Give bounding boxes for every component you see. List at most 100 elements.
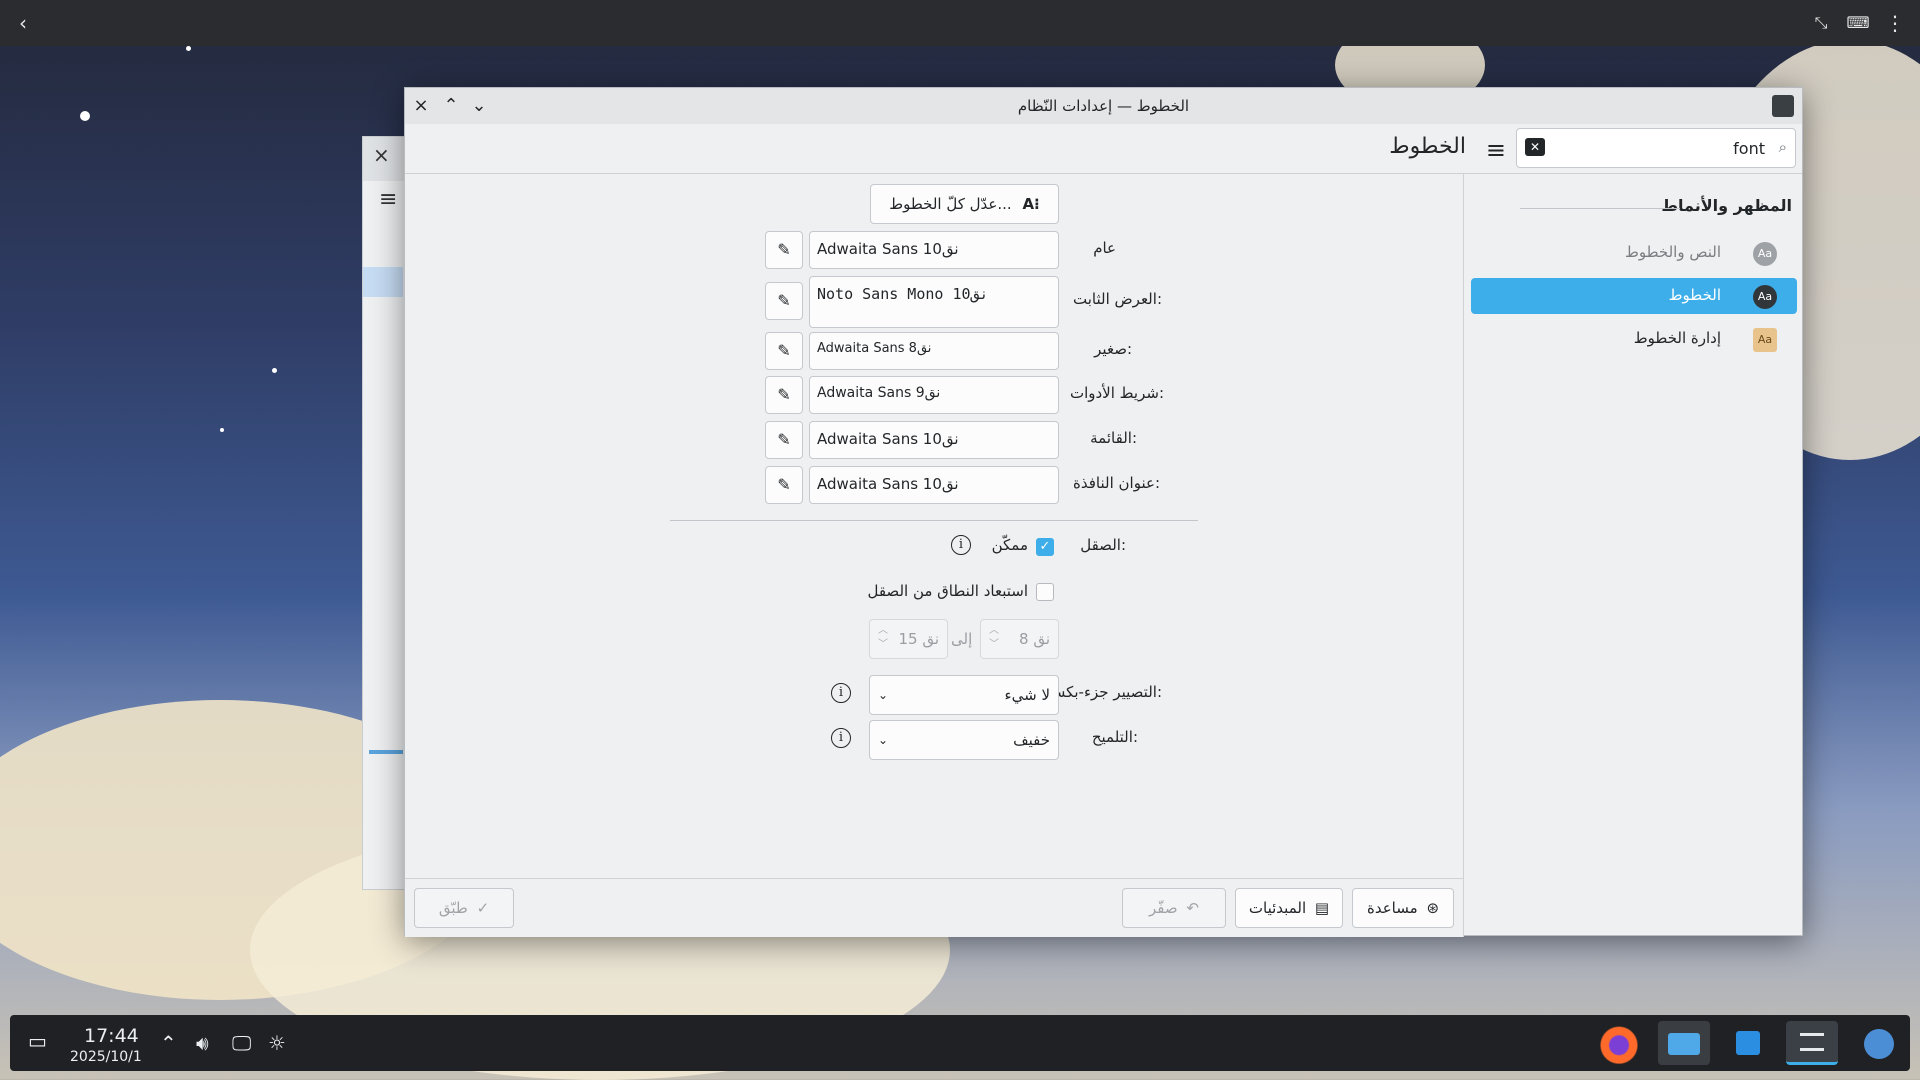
discover-store-icon[interactable] — [1722, 1021, 1774, 1065]
sidebar-item-text-and-fonts[interactable]: النص والخطوط Aa — [1471, 235, 1797, 271]
file-manager-icon[interactable] — [1658, 1021, 1710, 1065]
toolbar: الخطوط ≡ ✕ font ⌕ — [405, 124, 1802, 174]
defaults-button[interactable]: المبدئيات ▤ — [1235, 888, 1343, 928]
tab-indicator — [369, 750, 403, 754]
menu-font-field: Adwaita Sans 10نق — [809, 421, 1059, 459]
chevron-down-icon: ⌄ — [878, 688, 889, 702]
bag-shape — [1736, 1031, 1760, 1055]
sidebar-item-label: النص والخطوط — [1625, 243, 1721, 261]
antialiasing-label: الصقل: — [1080, 536, 1126, 554]
hinting-dropdown[interactable]: ⌄ خفيف — [869, 720, 1059, 760]
document-icon: ▤ — [1314, 899, 1330, 917]
range-from-spinbox: ︿ ﹀ 8 نق — [980, 619, 1059, 659]
page-title: الخطوط — [1389, 134, 1466, 159]
sidebar-item-label: الخطوط — [1668, 286, 1721, 304]
font-adjust-icon: A⁝ — [1022, 195, 1040, 213]
range-to-label: إلى — [951, 630, 973, 648]
text-fonts-icon: Aa — [1753, 242, 1777, 266]
volume-icon[interactable]: 🔊︎ — [196, 1031, 209, 1055]
toolbar-font-field: Adwaita Sans 9نق — [809, 376, 1059, 414]
folder-shape — [1668, 1033, 1700, 1055]
subpixel-rendering-dropdown[interactable]: ⌄ لا شيء — [869, 675, 1059, 715]
system-settings-icon[interactable] — [1786, 1021, 1838, 1065]
fixed-width-font-label: العرض الثابت: — [1073, 290, 1162, 308]
info-icon[interactable]: i — [831, 683, 851, 703]
sidebar-item-font-management[interactable]: إدارة الخطوط Aa — [1471, 321, 1797, 357]
general-font-label: عام — [1093, 239, 1116, 257]
top-bar: ‹ ⤡ ⌨ ⋮ — [0, 0, 1920, 46]
expand-tray-icon[interactable]: ⌃ — [160, 1031, 177, 1055]
edit-pencil-icon[interactable]: ✎ — [765, 376, 803, 414]
hamburger-menu-icon[interactable]: ≡ — [1486, 136, 1506, 164]
help-label: مساعدة — [1366, 899, 1418, 917]
hinting-label: التلميح: — [1091, 728, 1138, 746]
search-icon: ⌕ — [1778, 138, 1787, 156]
form-separator — [670, 520, 1198, 521]
fedora-icon[interactable] — [1852, 1021, 1904, 1065]
maximize-icon[interactable]: ⌃ — [439, 94, 463, 118]
keyboard-icon[interactable]: ⌨ — [1845, 10, 1871, 36]
clear-search-icon[interactable]: ✕ — [1525, 138, 1545, 156]
show-desktop-icon[interactable]: ▭ — [28, 1029, 47, 1053]
apply-label: طبّق — [438, 899, 468, 917]
window-title-font-label: عنوان النافذة: — [1073, 474, 1160, 492]
small-font-field: Adwaita Sans 8نق — [809, 332, 1059, 370]
firefox-icon[interactable] — [1593, 1021, 1645, 1065]
selected-row — [363, 267, 403, 297]
range-to-spinbox: ︿ ﹀ 15 نق — [869, 619, 948, 659]
wallpaper-star — [80, 111, 90, 121]
antialiasing-checkbox[interactable]: ✓ — [1036, 538, 1054, 556]
reset-button[interactable]: صفّر ↶ — [1122, 888, 1226, 928]
help-button[interactable]: مساعدة ⊛ — [1352, 888, 1454, 928]
search-input[interactable]: font — [1733, 139, 1765, 158]
undo-icon: ↶ — [1186, 899, 1199, 917]
hinting-value: خفيف — [1013, 731, 1050, 749]
search-field[interactable]: ✕ font ⌕ — [1516, 128, 1796, 168]
exclude-range-checkbox[interactable] — [1036, 583, 1054, 601]
edit-pencil-icon[interactable]: ✎ — [765, 332, 803, 370]
sidebar-heading: المظهر والأنماط — [1661, 196, 1792, 215]
back-arrow-icon[interactable]: ‹ — [10, 10, 36, 36]
range-to-value: 15 نق — [898, 630, 939, 648]
general-font-field: Adwaita Sans 10نق — [809, 231, 1059, 269]
info-icon[interactable]: i — [951, 535, 971, 555]
window-title: الخطوط — إعدادات النّظام — [1017, 97, 1190, 115]
settings-shape — [1800, 1033, 1824, 1051]
info-icon[interactable]: i — [831, 728, 851, 748]
system-settings-window: الخطوط — إعدادات النّظام × ⌃ ⌄ الخطوط ≡ … — [404, 87, 1803, 937]
exclude-range-label: استبعاد النطاق من الصقل — [867, 582, 1028, 600]
sidebar-item-label: إدارة الخطوط — [1633, 329, 1721, 347]
checkmark-icon: ✓ — [476, 899, 490, 917]
edit-pencil-icon[interactable]: ✎ — [765, 231, 803, 269]
antialiasing-enabled-label: ممكّن — [991, 536, 1028, 554]
brightness-icon[interactable]: ☼ — [268, 1031, 286, 1055]
edit-pencil-icon[interactable]: ✎ — [765, 282, 803, 320]
restore-icon[interactable]: ⤡ — [1808, 10, 1834, 36]
wallpaper-star — [186, 46, 191, 51]
apply-button[interactable]: طبّق ✓ — [414, 888, 514, 928]
wallpaper-star — [272, 368, 277, 373]
overflow-menu-icon[interactable]: ⋮ — [1882, 10, 1908, 36]
subpixel-rendering-value: لا شيء — [1004, 686, 1050, 704]
minimize-icon[interactable]: ⌄ — [467, 94, 491, 118]
window-titlebar: الخطوط — إعدادات النّظام × ⌃ ⌄ — [405, 88, 1802, 124]
sidebar-item-fonts[interactable]: الخطوط Aa — [1471, 278, 1797, 314]
spin-arrows-icon: ︿ ﹀ — [878, 625, 888, 650]
close-icon[interactable]: × — [409, 94, 433, 118]
window-title-font-field: Adwaita Sans 10نق — [809, 466, 1059, 504]
network-icon[interactable]: 🖵︎ — [232, 1031, 251, 1055]
help-icon: ⊛ — [1426, 899, 1440, 917]
toolbar-font-label: شريط الأدوات: — [1069, 384, 1164, 402]
reset-label: صفّر — [1149, 899, 1178, 917]
taskbar: ▭ 17:44 2025/10/1 ⌃ 🔊︎ 🖵︎ ☼ — [10, 1015, 1910, 1071]
small-font-label: صغير: — [1094, 340, 1132, 358]
menu-font-label: القائمة: — [1090, 429, 1137, 447]
edit-pencil-icon[interactable]: ✎ — [765, 466, 803, 504]
hamburger-menu-icon[interactable]: ≡ — [379, 187, 397, 212]
close-icon[interactable]: × — [373, 143, 390, 167]
edit-pencil-icon[interactable]: ✎ — [765, 421, 803, 459]
clock-time[interactable]: 17:44 — [84, 1025, 139, 1047]
clock-date[interactable]: 2025/10/1 — [70, 1049, 142, 1065]
fedora-shape — [1864, 1029, 1894, 1059]
adjust-all-fonts-button[interactable]: عدّل كلّ الخطوط... A⁝ — [870, 184, 1059, 224]
